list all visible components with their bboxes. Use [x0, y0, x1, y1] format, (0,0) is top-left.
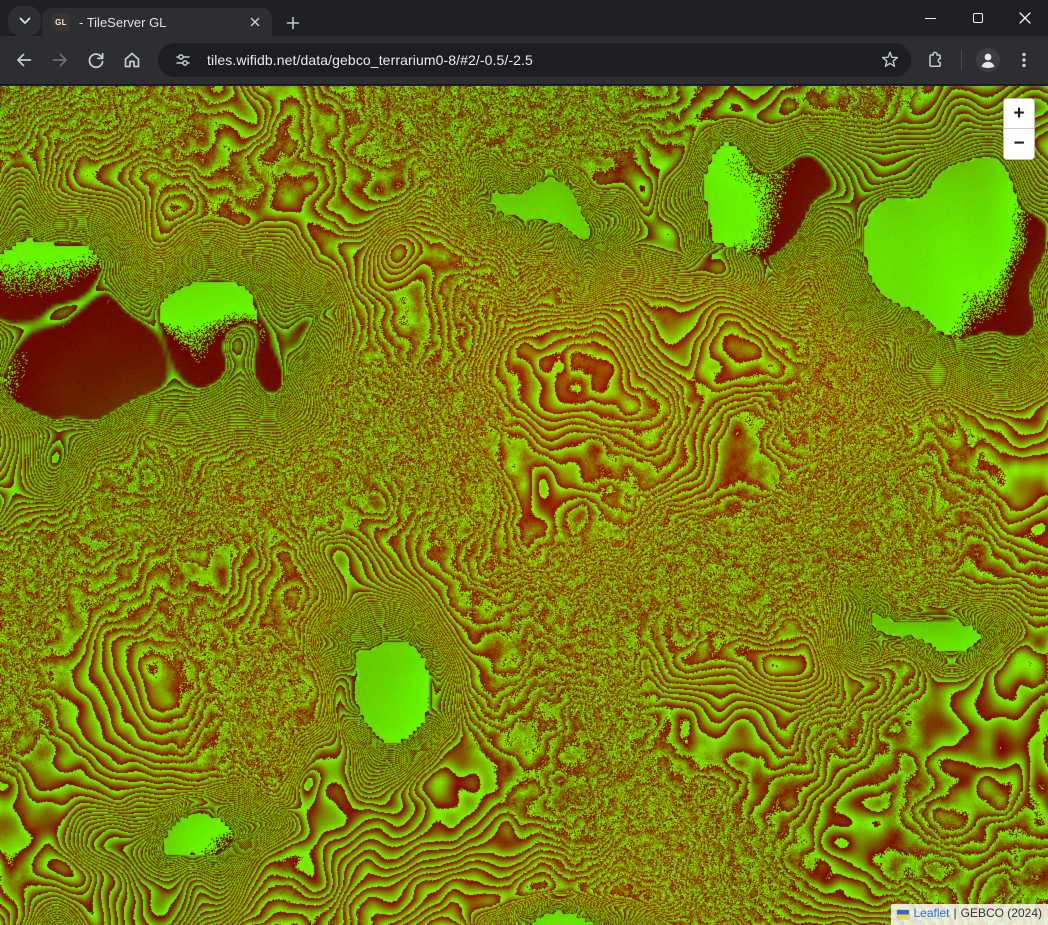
back-button[interactable]	[6, 42, 42, 78]
attribution-separator: |	[954, 906, 957, 922]
tune-icon	[175, 52, 191, 68]
reload-button[interactable]	[78, 42, 114, 78]
address-bar[interactable]: tiles.wifidb.net/data/gebco_terrarium0-8…	[158, 43, 911, 77]
attribution-credit: GEBCO (2024)	[961, 906, 1042, 922]
tab-title: - TileServer GL	[79, 15, 246, 30]
maximize-icon	[973, 13, 983, 23]
browser-tab[interactable]: GL - TileServer GL	[42, 8, 272, 36]
leaflet-link[interactable]: Leaflet	[913, 906, 949, 922]
ukraine-flag-icon	[897, 910, 909, 919]
window-controls	[907, 0, 1048, 36]
profile-button[interactable]	[970, 42, 1006, 78]
kebab-menu-icon	[1014, 50, 1034, 70]
browser-window: GL - TileServer GL	[0, 0, 1048, 925]
home-icon	[122, 50, 142, 70]
close-window-button[interactable]	[1001, 0, 1048, 36]
extensions-button[interactable]	[917, 42, 953, 78]
minimize-button[interactable]	[907, 0, 954, 36]
map-zoom-out-button[interactable]: −	[1004, 129, 1034, 159]
new-tab-button[interactable]	[281, 11, 305, 35]
reload-icon	[86, 50, 106, 70]
map-zoom-in-button[interactable]: +	[1004, 99, 1034, 129]
bookmark-button[interactable]	[875, 45, 905, 75]
star-icon	[881, 51, 899, 69]
map-zoom-control: + −	[1003, 98, 1035, 160]
avatar-icon	[975, 47, 1001, 73]
chevron-down-icon	[19, 17, 31, 25]
forward-arrow-icon	[50, 50, 70, 70]
site-settings-button[interactable]	[169, 46, 197, 74]
tab-search-button[interactable]	[8, 6, 41, 36]
tileserver-gl-favicon: GL	[52, 13, 70, 31]
close-icon	[250, 17, 260, 27]
map-attribution: Leaflet | GEBCO (2024)	[891, 904, 1048, 925]
menu-button[interactable]	[1006, 42, 1042, 78]
tab-strip: GL - TileServer GL	[0, 0, 1048, 36]
map-viewport[interactable]: + − Leaflet | GEBCO (2024)	[0, 86, 1048, 925]
url-text[interactable]: tiles.wifidb.net/data/gebco_terrarium0-8…	[207, 52, 875, 68]
home-button[interactable]	[114, 42, 150, 78]
tab-close-button[interactable]	[246, 13, 264, 31]
forward-button[interactable]	[42, 42, 78, 78]
browser-toolbar: tiles.wifidb.net/data/gebco_terrarium0-8…	[0, 36, 1048, 85]
minimize-icon	[925, 18, 936, 19]
plus-icon	[286, 16, 300, 30]
puzzle-icon	[925, 50, 945, 70]
maximize-button[interactable]	[954, 0, 1001, 36]
map-tiles-canvas[interactable]	[0, 86, 1048, 925]
back-arrow-icon	[14, 50, 34, 70]
toolbar-divider	[961, 50, 962, 70]
close-icon	[1019, 12, 1031, 24]
